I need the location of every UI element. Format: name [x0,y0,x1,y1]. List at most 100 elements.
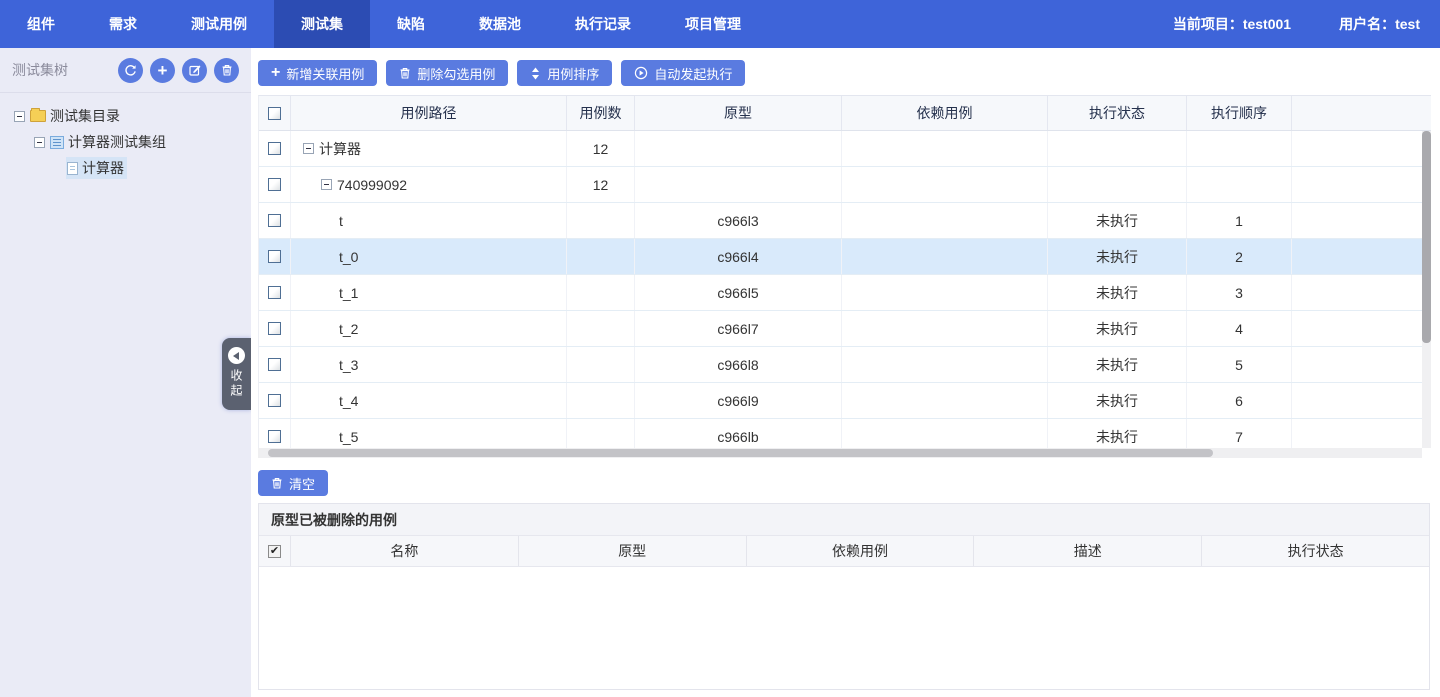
col-header-dependency[interactable]: 依赖用例 [842,96,1048,130]
col-header-case-path[interactable]: 用例路径 [291,96,567,130]
edit-node-button[interactable] [182,58,207,83]
cell-extra [1292,167,1431,202]
testset-tree: 测试集目录 计算器测试集组 计算器 [0,93,251,181]
row-checkbox[interactable] [268,142,281,155]
horizontal-scrollbar[interactable] [258,448,1422,458]
col-header-prototype[interactable]: 原型 [519,536,747,566]
row-checkbox[interactable] [268,178,281,191]
table-row[interactable]: 计算器12 [259,131,1431,167]
cell-exec-status: 未执行 [1048,347,1187,382]
sort-cases-button[interactable]: 用例排序 [517,60,612,86]
case-path-label: 740999092 [337,177,407,193]
table-row[interactable]: t_0c966l4未执行2 [259,239,1431,275]
table-row[interactable]: t_2c966l7未执行4 [259,311,1431,347]
table-row[interactable]: t_3c966l8未执行5 [259,347,1431,383]
row-checkbox-cell [259,419,291,448]
col-header-case-count[interactable]: 用例数 [567,96,635,130]
cases-toolbar: + 新增关联用例 删除勾选用例 用例排序 [258,60,1440,86]
nav-tab[interactable]: 组件 [0,0,82,48]
case-path-label: t_4 [339,393,358,409]
clear-button[interactable]: 清空 [258,470,328,496]
col-header-exec-status[interactable]: 执行状态 [1202,536,1429,566]
cell-exec-order: 2 [1187,239,1292,274]
add-node-button[interactable]: + [150,58,175,83]
cell-prototype [635,167,842,202]
cell-exec-order: 4 [1187,311,1292,346]
col-header-exec-order[interactable]: 执行顺序 [1187,96,1292,130]
nav-tab[interactable]: 需求 [82,0,164,48]
nav-tab[interactable]: 缺陷 [370,0,452,48]
nav-tab[interactable]: 测试集 [274,0,370,48]
collapse-arrow-icon [228,347,245,364]
vertical-scrollbar[interactable] [1422,131,1431,448]
selected-tree-node[interactable]: 计算器 [66,157,127,179]
horizontal-scrollbar-thumb[interactable] [268,449,1213,457]
cell-extra [1292,275,1431,310]
cell-prototype: c966l5 [635,275,842,310]
delete-node-button[interactable] [214,58,239,83]
collapse-minus-icon[interactable] [34,137,45,148]
table-row[interactable]: tc966l3未执行1 [259,203,1431,239]
cell-case-path[interactable]: 740999092 [291,167,567,202]
cell-case-count [567,311,635,346]
cell-case-path[interactable]: t [291,203,567,238]
cell-dependency [842,347,1048,382]
col-header-description[interactable]: 描述 [974,536,1202,566]
button-label: 自动发起执行 [654,64,732,83]
row-checkbox[interactable] [268,322,281,335]
cell-case-path[interactable]: 计算器 [291,131,567,166]
delete-checked-cases-button[interactable]: 删除勾选用例 [386,60,508,86]
nav-right: 当前项目：test001 用户名：test [1173,0,1440,48]
cell-exec-status: 未执行 [1048,203,1187,238]
cell-case-path[interactable]: t_0 [291,239,567,274]
cell-dependency [842,167,1048,202]
table-row[interactable]: t_4c966l9未执行6 [259,383,1431,419]
table-row[interactable]: t_5c966lb未执行7 [259,419,1431,448]
tree-node-label[interactable]: 计算器 [82,158,124,178]
table-row[interactable]: 74099909212 [259,167,1431,203]
col-header-name[interactable]: 名称 [291,536,519,566]
select-all-checkbox[interactable] [268,107,281,120]
row-checkbox[interactable] [268,250,281,263]
row-checkbox[interactable] [268,214,281,227]
tree-node-label[interactable]: 计算器测试集组 [68,132,166,152]
row-checkbox[interactable] [268,358,281,371]
cases-table-header: 用例路径 用例数 原型 依赖用例 执行状态 执行顺序 [259,96,1431,131]
case-path-label: t [339,213,343,229]
nav-tab[interactable]: 测试用例 [164,0,274,48]
cell-case-path[interactable]: t_2 [291,311,567,346]
tree-node-leaf-selected[interactable]: 计算器 [0,155,251,181]
collapse-minus-icon[interactable] [321,179,332,190]
tree-node-root[interactable]: 测试集目录 [0,103,251,129]
row-checkbox[interactable] [268,286,281,299]
cell-exec-order: 7 [1187,419,1292,448]
tree-node-label[interactable]: 测试集目录 [50,106,120,126]
col-header-dependency[interactable]: 依赖用例 [747,536,975,566]
auto-execute-button[interactable]: 自动发起执行 [621,60,745,86]
col-header-exec-status[interactable]: 执行状态 [1048,96,1187,130]
cell-prototype [635,131,842,166]
col-header-prototype[interactable]: 原型 [635,96,842,130]
row-checkbox-cell [259,203,291,238]
nav-tab[interactable]: 执行记录 [548,0,658,48]
nav-tab[interactable]: 项目管理 [658,0,768,48]
collapse-minus-icon[interactable] [14,111,25,122]
cell-case-path[interactable]: t_5 [291,419,567,448]
add-linked-cases-button[interactable]: + 新增关联用例 [258,60,377,86]
sidebar-collapse-handle[interactable]: 收起 [222,338,251,410]
vertical-scrollbar-thumb[interactable] [1422,131,1431,343]
refresh-button[interactable] [118,58,143,83]
collapse-minus-icon[interactable] [303,143,314,154]
row-checkbox[interactable] [268,394,281,407]
table-row[interactable]: t_1c966l5未执行3 [259,275,1431,311]
tree-node-group[interactable]: 计算器测试集组 [0,129,251,155]
cell-case-path[interactable]: t_3 [291,347,567,382]
nav-tab[interactable]: 数据池 [452,0,548,48]
clear-row: 清空 [258,470,1440,496]
cell-case-path[interactable]: t_1 [291,275,567,310]
cell-case-path[interactable]: t_4 [291,383,567,418]
testset-tree-sidebar: 测试集树 + [0,48,251,697]
row-checkbox[interactable] [268,430,281,443]
cell-extra [1292,419,1431,448]
select-all-checkbox-checked[interactable] [268,545,281,558]
